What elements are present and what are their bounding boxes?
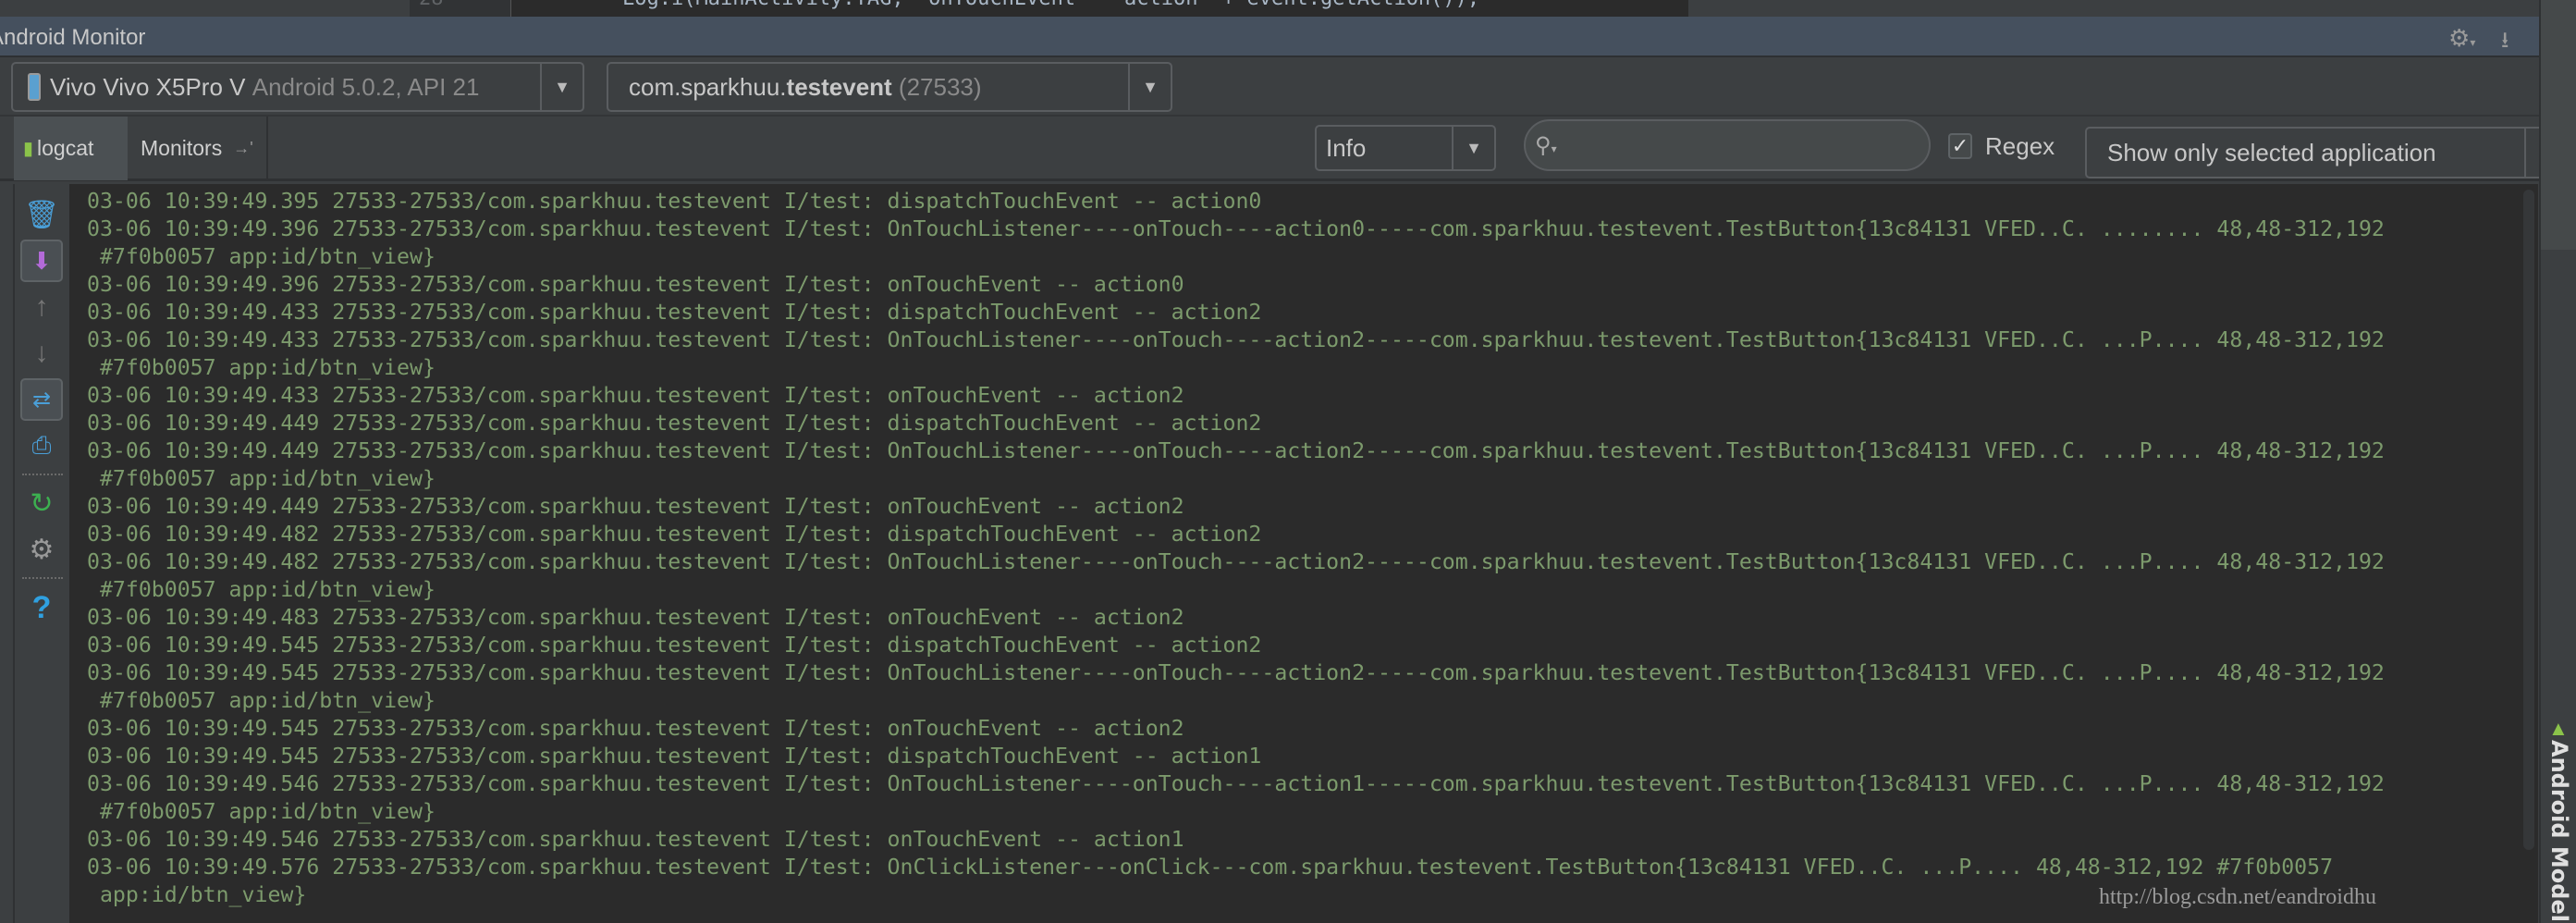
trash-icon[interactable]: 🗑 (20, 193, 63, 236)
download-icon[interactable]: ⭳ (2501, 24, 2509, 62)
line-gutter: 28 (410, 0, 511, 17)
log-line: 03-06 10:39:49.433 27533-27533/com.spark… (87, 327, 2385, 352)
log-line-continuation: #7f0b0057 app:id/btn_view} (87, 355, 435, 380)
phone-icon (28, 73, 41, 101)
process-id: (27533) (898, 72, 982, 101)
log-line: 03-06 10:39:49.546 27533-27533/com.spark… (87, 827, 1184, 852)
search-icon: ⚲▾ (1535, 132, 1557, 158)
line-number: 28 (419, 0, 444, 10)
log-line: 03-06 10:39:49.483 27533-27533/com.spark… (87, 605, 1184, 630)
print-icon[interactable]: ⎙ (20, 425, 63, 467)
log-line: 03-06 10:39:49.433 27533-27533/com.spark… (87, 383, 1184, 408)
logcat-toolbar: 🗑 ⬇ ↑ ↓ ⇄ ⎙ ↻ ⚙ ? (15, 184, 69, 923)
filter-row: ▮ logcat Monitors →' Info ▼ ⚲▾ ✓ Regex S… (0, 115, 2569, 181)
log-line: 03-06 10:39:49.545 27533-27533/com.spark… (87, 716, 1184, 741)
log-line: 03-06 10:39:49.396 27533-27533/com.spark… (87, 272, 1184, 297)
search-input[interactable]: ⚲▾ (1524, 119, 1931, 171)
scope-value: Show only selected application (2107, 138, 2436, 166)
regex-label: Regex (1985, 132, 2055, 160)
android-model-tab[interactable]: Android Model (2546, 740, 2572, 922)
log-line: 03-06 10:39:49.396 27533-27533/com.spark… (87, 216, 2385, 241)
watermark: http://blog.csdn.net/eandroidhu (2099, 885, 2376, 909)
regex-checkbox[interactable]: ✓ (1948, 133, 1972, 159)
search-field[interactable] (1564, 133, 1897, 157)
restart-icon[interactable]: ↻ (20, 482, 63, 524)
process-select[interactable]: com.sparkhuu. testevent (27533) ▼ (607, 62, 1172, 112)
log-line: 03-06 10:39:49.449 27533-27533/com.spark… (87, 411, 1262, 436)
scroll-thumb[interactable] (2523, 190, 2534, 850)
log-line-continuation: #7f0b0057 app:id/btn_view} (87, 466, 435, 491)
panel-title: Android Monitor (0, 25, 146, 50)
log-line: 03-06 10:39:49.482 27533-27533/com.spark… (87, 522, 1262, 547)
code-line: Log.i(MainActivity.TAG, "onTouchEvent --… (622, 0, 1479, 10)
scroll-to-end-icon[interactable]: ⬇ (20, 240, 63, 282)
log-line-continuation: #7f0b0057 app:id/btn_view} (87, 577, 435, 602)
logcat-output[interactable]: 03-06 10:39:49.395 27533-27533/com.spark… (69, 184, 2520, 923)
package-prefix: com.sparkhuu. (629, 72, 787, 101)
tool-strip-top (2541, 0, 2576, 250)
log-line: 03-06 10:39:49.449 27533-27533/com.spark… (87, 494, 1184, 519)
left-edge (0, 184, 15, 923)
divider (22, 577, 63, 579)
divider (22, 474, 63, 475)
log-line: 03-06 10:39:49.546 27533-27533/com.spark… (87, 771, 2385, 796)
logcat-icon: ▮ (23, 139, 34, 159)
gear-icon[interactable]: ⚙▾ (2448, 24, 2475, 53)
log-line: 03-06 10:39:49.545 27533-27533/com.spark… (87, 633, 1262, 658)
chevron-down-icon[interactable]: ▼ (1452, 127, 1494, 169)
log-line-continuation: #7f0b0057 app:id/btn_view} (87, 244, 435, 269)
device-select[interactable]: Vivo Vivo X5Pro V Android 5.0.2, API 21 … (11, 62, 584, 112)
restore-icon: →' (233, 139, 253, 157)
scope-select[interactable]: Show only selected application ▼ (2085, 127, 2569, 178)
chevron-down-icon[interactable]: ▼ (540, 64, 583, 110)
log-line-continuation: app:id/btn_view} (87, 882, 307, 907)
log-line: 03-06 10:39:49.576 27533-27533/com.spark… (87, 855, 2334, 880)
settings-icon[interactable]: ⚙ (20, 528, 63, 571)
up-arrow-icon[interactable]: ↑ (20, 286, 63, 328)
log-line: 03-06 10:39:49.545 27533-27533/com.spark… (87, 744, 1262, 769)
tab-monitors[interactable]: Monitors →' (128, 117, 268, 180)
device-name: Vivo Vivo X5Pro V (50, 72, 246, 101)
log-line-continuation: #7f0b0057 app:id/btn_view} (87, 688, 435, 713)
device-detail: Android 5.0.2, API 21 (251, 72, 480, 101)
log-line: 03-06 10:39:49.433 27533-27533/com.spark… (87, 300, 1262, 325)
log-lines: 03-06 10:39:49.395 27533-27533/com.spark… (87, 188, 2385, 909)
device-row: Vivo Vivo X5Pro V Android 5.0.2, API 21 … (0, 59, 2539, 115)
android-icon: ▲ (2548, 717, 2569, 740)
android-monitor-header: Android Monitor ⚙▾ ⭳ (0, 17, 2539, 57)
log-level-select[interactable]: Info ▼ (1315, 125, 1496, 171)
log-line: 03-06 10:39:49.449 27533-27533/com.spark… (87, 438, 2385, 463)
code-editor[interactable]: 28 Log.i(MainActivity.TAG, "onTouchEvent… (410, 0, 1688, 17)
right-tool-strip: ▲ Android Model (2539, 0, 2576, 923)
log-line-continuation: #7f0b0057 app:id/btn_view} (87, 799, 435, 824)
tab-label: Monitors (141, 136, 223, 160)
chevron-down-icon[interactable]: ▼ (1128, 64, 1171, 110)
editor-strip: 28 Log.i(MainActivity.TAG, "onTouchEvent… (0, 0, 2576, 17)
down-arrow-icon[interactable]: ↓ (20, 332, 63, 375)
tab-logcat[interactable]: ▮ logcat (14, 117, 128, 180)
log-line: 03-06 10:39:49.395 27533-27533/com.spark… (87, 189, 1262, 214)
tab-label: logcat (37, 136, 94, 160)
log-level-value: Info (1326, 133, 1367, 162)
soft-wraps-icon[interactable]: ⇄ (20, 378, 63, 421)
log-line: 03-06 10:39:49.545 27533-27533/com.spark… (87, 660, 2385, 685)
help-icon[interactable]: ? (20, 586, 63, 629)
vertical-scrollbar[interactable] (2520, 184, 2538, 923)
log-line: 03-06 10:39:49.482 27533-27533/com.spark… (87, 549, 2385, 574)
package-name: testevent (786, 72, 892, 101)
